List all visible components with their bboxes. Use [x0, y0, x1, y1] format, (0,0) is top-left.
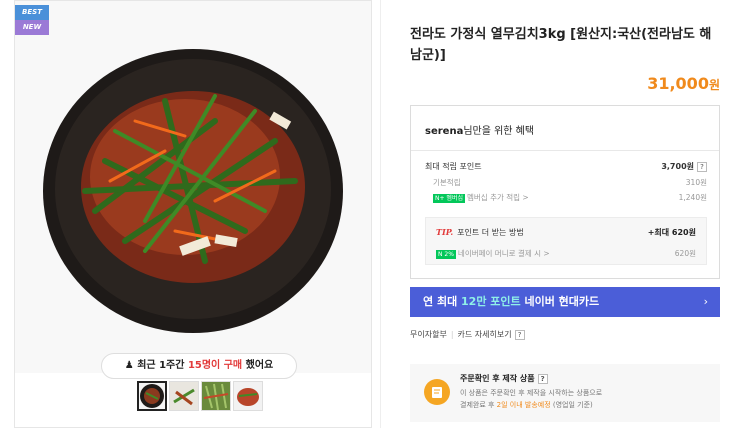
benefit-divider: [411, 150, 719, 151]
help-icon[interactable]: ?: [697, 161, 707, 172]
new-badge: NEW: [15, 20, 49, 35]
viewer-period: 1주간: [159, 360, 188, 371]
benefit-box: serena님만을 위한 혜택 최대 적립 포인트 3,700원? 기본적립 3…: [410, 105, 720, 279]
card-banner-suffix: 네이버 현대카드: [520, 295, 600, 308]
thumbnail-1[interactable]: [137, 381, 167, 411]
thumbnail-2[interactable]: [169, 381, 199, 411]
viewer-suffix: 했어요: [242, 360, 274, 371]
naver-plus-membership-icon: N+ 멤버십: [433, 193, 465, 203]
order-desc-line1: 이 상품은 주문확인 후 제작을 시작하는 상품으로: [460, 389, 603, 397]
tip-label: TIP.: [436, 227, 454, 237]
card-details-link[interactable]: 카드 자세히보기: [458, 330, 512, 339]
card-banner-highlight: 12만 포인트: [461, 295, 521, 308]
basic-points-value: 310원: [685, 178, 707, 187]
order-desc2-prefix: 결제완료 후: [460, 401, 497, 409]
person-icon: ♟: [124, 360, 134, 371]
order-title-text: 주문확인 후 제작 상품: [460, 374, 535, 383]
benefit-title-suffix: 님만을 위한 혜택: [463, 126, 535, 137]
pencil-note-icon: [424, 379, 450, 405]
basic-points-label: 기본적립: [433, 178, 461, 187]
benefit-title: serena님만을 위한 혜택: [425, 122, 534, 137]
best-badge: BEST: [15, 5, 49, 20]
tip-box: TIP. 포인트 더 받는 방법 +최대 620원 N 2% 네이버페이 머니로 결…: [425, 217, 707, 265]
panel-divider: [380, 0, 381, 428]
max-points-row: 최대 적립 포인트 3,700원?: [425, 161, 707, 172]
membership-points-value: 1,240원: [678, 193, 707, 202]
naver-hyundai-card-banner[interactable]: 연 최대 12만 포인트 네이버 현대카드 ›: [410, 287, 720, 317]
max-points-value: 3,700원: [661, 162, 694, 171]
thumbnail-3[interactable]: [201, 381, 231, 411]
separator: |: [450, 330, 454, 339]
naverpay-row[interactable]: N 2% 네이버페이 머니로 결제 시 >: [436, 248, 550, 259]
order-title: 주문확인 후 제작 상품?: [460, 373, 548, 384]
product-gallery: BEST NEW ♟ 최근 1주간 15명이 구매 했어요: [14, 0, 372, 428]
max-points-value-wrap: 3,700원?: [661, 161, 707, 172]
card-banner-prefix: 연 최대: [423, 295, 462, 308]
naverpay-icon: N 2%: [436, 249, 456, 259]
price-value: 31,000: [647, 74, 709, 93]
made-to-order-notice: 주문확인 후 제작 상품? 이 상품은 주문확인 후 제작을 시작하는 상품으로…: [410, 364, 720, 422]
naverpay-value: 620원: [674, 249, 696, 258]
tip-max-value: +최대 620원: [647, 228, 696, 237]
recent-purchase-notice: ♟ 최근 1주간 15명이 구매 했어요: [101, 353, 297, 379]
user-name: serena: [425, 126, 464, 137]
viewer-prefix: 최근: [137, 360, 160, 371]
product-price: 31,000원: [647, 74, 720, 93]
viewer-count: 15명이 구매: [187, 360, 243, 371]
order-desc-line2: 결제완료 후 2일 이내 발송예정 (영업일 기준): [460, 400, 593, 410]
help-icon[interactable]: ?: [537, 373, 548, 384]
price-currency: 원: [708, 78, 720, 92]
thumbnail-strip: [137, 381, 263, 411]
basic-points-row: 기본적립 310원: [425, 177, 707, 188]
order-desc2-suffix: (영업일 기준): [550, 401, 593, 409]
max-points-label: 최대 적립 포인트: [425, 162, 482, 171]
help-icon[interactable]: ?: [514, 329, 525, 340]
product-title: 전라도 가정식 열무김치3kg [원산지:국산(전라남도 해남군)]: [410, 27, 712, 63]
naverpay-label[interactable]: 네이버페이 머니로 결제 시 >: [458, 249, 550, 258]
membership-points-row[interactable]: N+ 멤버십 멤버십 추가 적립 > 1,240원: [425, 192, 707, 203]
thumbnail-4[interactable]: [233, 381, 263, 411]
tip-text: 포인트 더 받는 방법: [457, 228, 524, 237]
order-desc2-highlight: 2일 이내 발송예정: [496, 401, 551, 409]
installment-row: 무이자할부 | 카드 자세히보기?: [410, 329, 525, 340]
installment-label: 무이자할부: [410, 330, 447, 339]
product-main-image[interactable]: [15, 1, 371, 373]
membership-points-label[interactable]: 멤버십 추가 적립 >: [467, 193, 529, 202]
chevron-right-icon: ›: [703, 295, 708, 308]
membership-wrap: N+ 멤버십 멤버십 추가 적립 >: [425, 193, 529, 203]
tip-label-wrap: TIP. 포인트 더 받는 방법: [436, 227, 524, 238]
